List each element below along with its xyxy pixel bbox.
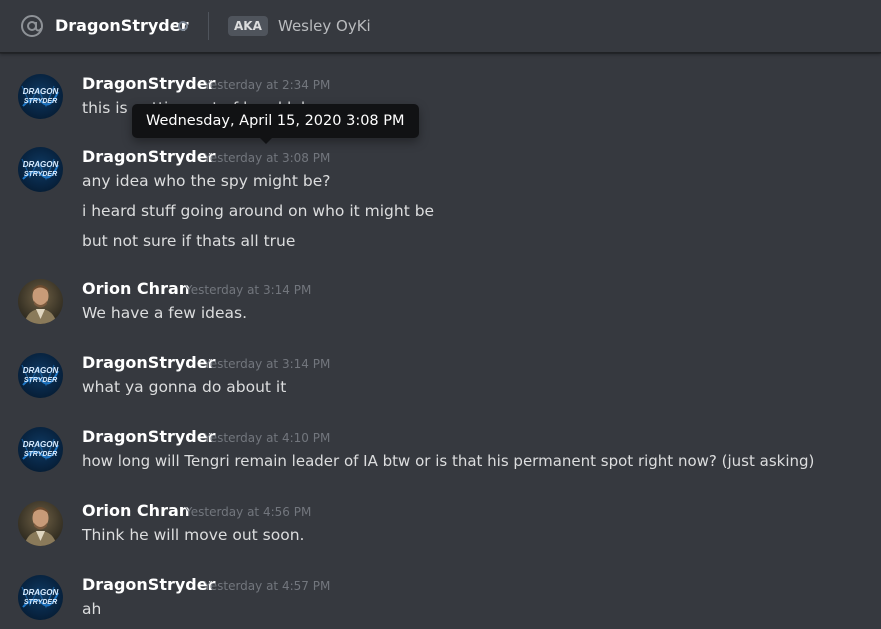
svg-text:DRAGON: DRAGON [23,160,59,169]
avatar[interactable] [18,279,63,324]
tooltip-arrow [260,138,272,144]
offline-status-icon [178,21,188,31]
author-name[interactable]: DragonStryder [82,575,216,594]
aka-badge: AKA [228,16,268,36]
dragon-logo-avatar: DRAGON STRYDER [21,586,59,609]
dragon-logo-avatar: DRAGON STRYDER [21,158,59,181]
at-sign-icon [21,15,43,37]
message-text: We have a few ideas. [82,304,248,322]
author-name[interactable]: DragonStryder [82,147,216,166]
dragon-logo-avatar: DRAGON STRYDER [21,85,59,108]
svg-text:DRAGON: DRAGON [23,87,59,96]
svg-text:DRAGON: DRAGON [23,588,59,597]
avatar[interactable]: DRAGON STRYDER [18,147,63,192]
message-text: ah [82,600,102,618]
svg-text:STRYDER: STRYDER [24,377,57,384]
svg-text:DRAGON: DRAGON [23,440,59,449]
header-divider [208,12,209,40]
message-text: what ya gonna do about it [82,378,287,396]
message-timestamp[interactable]: Yesterday at 3:14 PM [204,357,330,371]
svg-text:STRYDER: STRYDER [24,451,57,458]
author-name[interactable]: Orion Chran [82,279,190,298]
svg-text:STRYDER: STRYDER [24,599,57,606]
message-text: any idea who the spy might be? [82,172,331,190]
message-timestamp[interactable]: Yesterday at 2:34 PM [204,78,330,92]
avatar[interactable]: DRAGON STRYDER [18,353,63,398]
author-name[interactable]: Orion Chran [82,501,190,520]
svg-text:STRYDER: STRYDER [24,171,57,178]
message-timestamp[interactable]: Yesterday at 4:56 PM [185,505,311,519]
message-text: how long will Tengri remain leader of IA… [82,452,815,470]
aka-name: Wesley OyKi [278,17,371,35]
portrait-avatar [24,285,57,324]
timestamp-tooltip: Wednesday, April 15, 2020 3:08 PM [132,104,419,138]
dragon-logo-avatar: DRAGON STRYDER [21,364,59,387]
message-timestamp[interactable]: Yesterday at 3:08 PM [204,151,330,165]
message-timestamp[interactable]: Yesterday at 4:57 PM [204,579,330,593]
channel-name: DragonStryder [55,16,189,35]
message-text: Think he will move out soon. [82,526,305,544]
message-list[interactable]: DRAGON STRYDER DragonStryder Yesterday a… [0,54,881,629]
message-text: but not sure if thats all true [82,232,296,250]
dragon-logo-avatar: DRAGON STRYDER [21,438,59,461]
message-text: i heard stuff going around on who it mig… [82,202,435,220]
svg-text:DRAGON: DRAGON [23,366,59,375]
avatar[interactable]: DRAGON STRYDER [18,575,63,620]
author-name[interactable]: DragonStryder [82,353,216,372]
author-name[interactable]: DragonStryder [82,427,216,446]
message-timestamp[interactable]: Yesterday at 4:10 PM [204,431,330,445]
portrait-avatar [24,507,57,546]
author-name[interactable]: DragonStryder [82,74,216,93]
message-timestamp[interactable]: Yesterday at 3:14 PM [185,283,311,297]
svg-text:STRYDER: STRYDER [24,98,57,105]
avatar[interactable] [18,501,63,546]
channel-header: DragonStryder AKA Wesley OyKi [0,0,881,53]
avatar[interactable]: DRAGON STRYDER [18,74,63,119]
avatar[interactable]: DRAGON STRYDER [18,427,63,472]
